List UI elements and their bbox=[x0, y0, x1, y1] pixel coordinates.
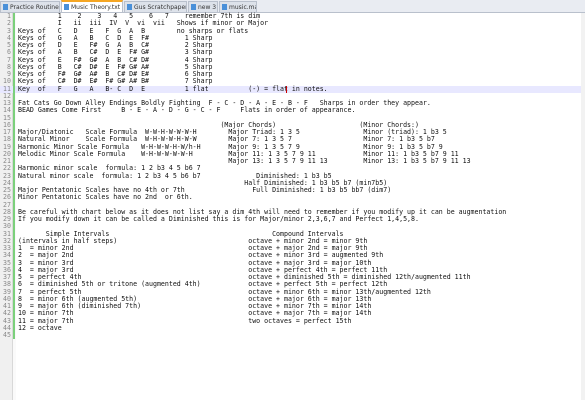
change-marker bbox=[13, 208, 15, 216]
change-marker bbox=[13, 201, 15, 209]
line-text: 11 = major 7th two octaves = perfect 15t… bbox=[18, 316, 352, 325]
change-marker bbox=[13, 223, 15, 231]
change-marker bbox=[13, 237, 15, 245]
vertical-scrollbar[interactable] bbox=[581, 13, 585, 400]
change-marker bbox=[13, 274, 15, 282]
change-marker bbox=[13, 150, 15, 158]
file-icon bbox=[222, 4, 227, 10]
change-marker bbox=[13, 92, 15, 100]
change-marker bbox=[13, 252, 15, 260]
close-icon[interactable]: × bbox=[122, 4, 123, 11]
tab-label: music.mac bbox=[229, 3, 256, 11]
file-icon bbox=[191, 4, 196, 10]
change-marker bbox=[13, 78, 15, 86]
editor-line[interactable]: 26 Minor Pentatonic Scales have no 2nd or… bbox=[0, 193, 585, 202]
editor-line[interactable]: 11 Key of F G A B- C D E 1 flat (-) = fla… bbox=[0, 84, 585, 93]
change-marker bbox=[13, 324, 15, 332]
change-marker bbox=[13, 230, 15, 238]
change-marker bbox=[13, 295, 15, 303]
line-number: 45 bbox=[3, 331, 11, 339]
editor-line[interactable]: 44 12 = octave bbox=[0, 323, 585, 332]
change-marker bbox=[13, 259, 15, 267]
tab-3[interactable]: new 3× bbox=[188, 1, 218, 12]
change-marker bbox=[13, 136, 15, 144]
file-icon bbox=[64, 4, 69, 10]
file-icon bbox=[127, 4, 132, 10]
change-marker bbox=[13, 281, 15, 289]
change-marker bbox=[13, 34, 15, 42]
change-marker bbox=[13, 172, 15, 180]
tab-label: new 3 bbox=[198, 3, 217, 11]
change-marker bbox=[13, 13, 15, 21]
editor-line[interactable]: 45 bbox=[0, 331, 585, 340]
tab-label: Gus Scratchpaper bbox=[134, 3, 187, 11]
change-marker bbox=[13, 165, 15, 173]
tab-4[interactable]: music.mac× bbox=[219, 1, 257, 12]
change-marker bbox=[13, 143, 15, 151]
change-marker bbox=[13, 158, 15, 166]
change-marker bbox=[13, 245, 15, 253]
change-marker bbox=[13, 216, 15, 224]
change-marker bbox=[13, 332, 15, 340]
tab-label: Practice Routine bbox=[10, 3, 59, 11]
change-marker bbox=[13, 310, 15, 318]
tab-2[interactable]: Gus Scratchpaper × bbox=[124, 1, 187, 12]
change-marker bbox=[13, 179, 15, 187]
change-marker bbox=[13, 303, 15, 311]
change-marker bbox=[13, 114, 15, 122]
change-marker bbox=[13, 317, 15, 325]
change-marker bbox=[13, 266, 15, 274]
change-marker bbox=[13, 107, 15, 115]
change-marker bbox=[13, 56, 15, 64]
change-marker bbox=[13, 20, 15, 28]
change-marker bbox=[13, 194, 15, 202]
text-editor[interactable]: 1 1 2 3 4 5 6 7 remember 7th is dim 2 I i… bbox=[0, 12, 585, 400]
editor-line[interactable]: 14 BEAD Games Come First B - E - A - D - … bbox=[0, 106, 585, 115]
change-marker bbox=[13, 42, 15, 50]
file-icon bbox=[3, 4, 8, 10]
change-marker bbox=[13, 121, 15, 129]
tab-1[interactable]: Music Theory.txt× bbox=[61, 0, 123, 12]
change-marker bbox=[13, 49, 15, 57]
line-text: Minor Pentatonic Scales have no 2nd or 6… bbox=[18, 193, 193, 202]
change-marker bbox=[13, 100, 15, 108]
change-marker bbox=[13, 85, 15, 93]
tab-0[interactable]: Practice Routine× bbox=[0, 1, 60, 12]
line-text: 12 = octave bbox=[18, 323, 62, 332]
change-marker bbox=[13, 63, 15, 71]
line-text: BEAD Games Come First B - E - A - D - G … bbox=[18, 106, 356, 115]
editor-line[interactable]: 29 If you modify down it can be called a … bbox=[0, 215, 585, 224]
change-marker bbox=[13, 129, 15, 137]
change-marker bbox=[13, 71, 15, 79]
editor-line[interactable]: 43 11 = major 7th two octaves = perfect 1… bbox=[0, 316, 585, 325]
tab-label: Music Theory.txt bbox=[71, 3, 121, 11]
line-text: Key of F G A B- C D E 1 flat (-) = flat … bbox=[18, 84, 328, 93]
text-caret bbox=[286, 85, 287, 93]
change-marker bbox=[13, 288, 15, 296]
line-text: If you modify down it can be called a Di… bbox=[18, 215, 419, 223]
change-marker bbox=[13, 27, 15, 35]
change-marker bbox=[13, 187, 15, 195]
